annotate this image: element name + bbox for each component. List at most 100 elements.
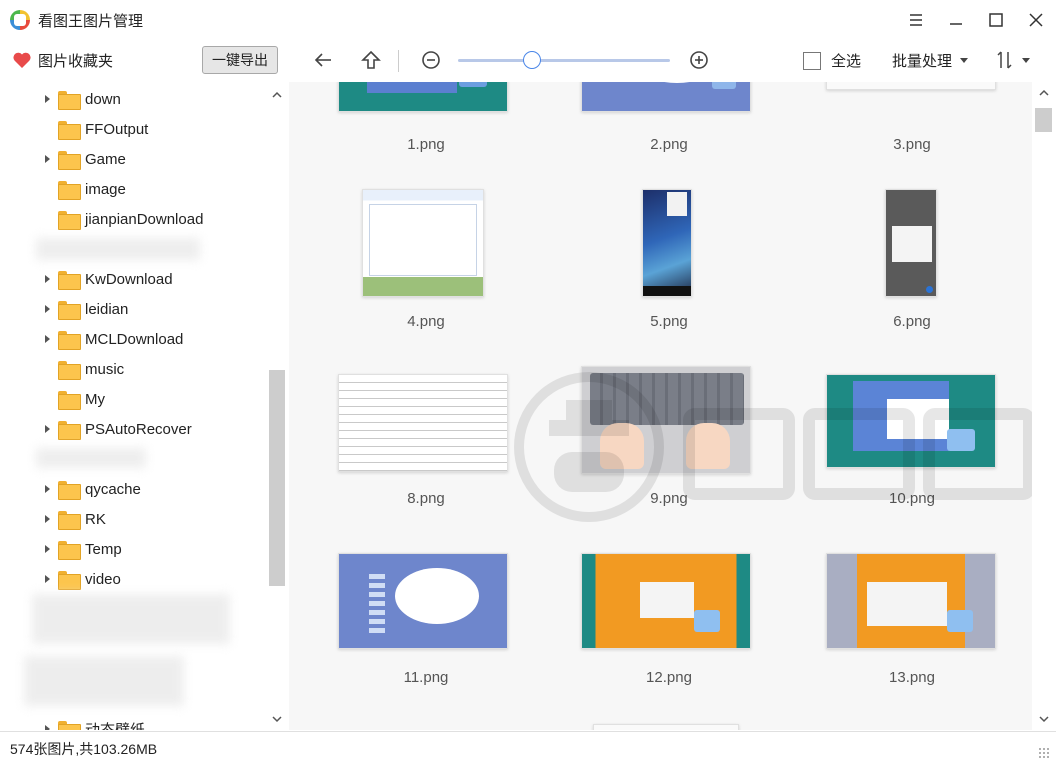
folder-item[interactable]: jianpianDownload xyxy=(0,204,266,234)
thumbnail-content xyxy=(867,582,947,626)
menu-button[interactable] xyxy=(896,0,936,40)
image-filename: 13.png xyxy=(889,669,935,686)
minimize-button[interactable] xyxy=(936,0,976,40)
folder-label: jianpianDownload xyxy=(85,210,204,228)
folder-item[interactable]: PSAutoRecover xyxy=(0,414,266,444)
batch-process-dropdown[interactable]: 批量处理 xyxy=(892,50,969,71)
expand-arrow-icon[interactable] xyxy=(45,305,50,313)
folder-label: RK xyxy=(85,510,106,528)
image-thumbnail[interactable] xyxy=(338,374,508,472)
zoom-in-icon xyxy=(690,51,708,69)
folder-item[interactable]: KwDownload xyxy=(0,264,266,294)
chevron-down-icon xyxy=(1022,57,1030,63)
folder-label: 动态壁纸 xyxy=(85,721,146,731)
image-filename: 2.png xyxy=(650,136,688,153)
image-grid-scroll-thumb[interactable] xyxy=(1035,108,1052,132)
expand-arrow-icon[interactable] xyxy=(45,425,50,433)
up-folder-button[interactable] xyxy=(359,48,383,72)
scroll-down-icon[interactable] xyxy=(272,714,282,724)
thumbnail-content xyxy=(459,82,487,87)
image-thumbnail[interactable] xyxy=(885,189,937,297)
hamburger-menu-icon xyxy=(910,14,922,26)
image-thumbnail[interactable] xyxy=(826,374,996,468)
folder-label: down xyxy=(85,90,121,108)
sort-dropdown[interactable] xyxy=(996,50,1030,70)
image-thumbnail[interactable] xyxy=(581,366,751,474)
favorites-button[interactable]: 图片收藏夹 xyxy=(12,50,113,71)
folder-label: image xyxy=(85,180,126,198)
zoom-slider[interactable] xyxy=(458,59,670,62)
back-button[interactable] xyxy=(311,48,335,72)
expand-arrow-icon[interactable] xyxy=(45,95,50,103)
scroll-up-icon[interactable] xyxy=(1039,88,1049,98)
folder-label: leidian xyxy=(85,300,129,318)
zoom-out-button[interactable] xyxy=(419,48,443,72)
image-thumbnail[interactable] xyxy=(338,82,508,112)
image-grid: 1.png 2.png 3.png 4.png 5.png 6.png 8.pn… xyxy=(289,82,1032,730)
image-thumbnail[interactable] xyxy=(593,724,739,730)
sidebar-scrollbar[interactable] xyxy=(266,82,288,730)
folder-item[interactable]: image xyxy=(0,174,266,204)
folder-item[interactable]: RK xyxy=(0,504,266,534)
folder-item[interactable]: 动态壁纸 xyxy=(0,714,266,730)
folder-icon xyxy=(58,360,81,380)
folder-item[interactable]: qycache xyxy=(0,474,266,504)
image-thumbnail[interactable] xyxy=(362,189,484,297)
image-thumbnail[interactable] xyxy=(642,189,692,297)
image-thumbnail[interactable] xyxy=(581,82,751,112)
expand-arrow-icon[interactable] xyxy=(45,275,50,283)
folder-icon xyxy=(58,480,81,500)
image-filename: 9.png xyxy=(650,490,688,507)
folder-item[interactable]: My xyxy=(0,384,266,414)
select-all-toggle[interactable]: 全选 xyxy=(803,50,861,71)
maximize-button[interactable] xyxy=(976,0,1016,40)
expand-arrow-icon[interactable] xyxy=(45,485,50,493)
folder-icon xyxy=(58,120,81,140)
folder-item[interactable]: down xyxy=(0,84,266,114)
app-window: 看图王图片管理 图片收藏夹 一键导出 全选 批量处理 down FFOutput… xyxy=(0,0,1056,765)
folder-item[interactable]: FFOutput xyxy=(0,114,266,144)
folder-item[interactable]: Game xyxy=(0,144,266,174)
folder-label: music xyxy=(85,360,125,378)
expand-arrow-icon[interactable] xyxy=(45,545,50,553)
image-thumbnail[interactable] xyxy=(581,553,751,649)
thumbnail-content xyxy=(369,574,385,634)
folder-item[interactable]: music xyxy=(0,354,266,384)
expand-arrow-icon[interactable] xyxy=(45,155,50,163)
export-button[interactable]: 一键导出 xyxy=(202,46,278,74)
folder-item[interactable]: leidian xyxy=(0,294,266,324)
resize-grip-icon[interactable] xyxy=(1038,747,1050,759)
folder-item[interactable]: Temp xyxy=(0,534,266,564)
folder-label: FFOutput xyxy=(85,120,149,138)
folder-label: MCLDownload xyxy=(85,330,184,348)
image-thumbnail[interactable] xyxy=(338,553,508,649)
status-summary: 574张图片,共103.26MB xyxy=(10,740,158,757)
folder-label: Temp xyxy=(85,540,122,558)
expand-arrow-icon[interactable] xyxy=(45,575,50,583)
image-thumbnail[interactable] xyxy=(826,553,996,649)
image-grid-scrollbar[interactable] xyxy=(1032,82,1056,730)
image-filename: 4.png xyxy=(407,313,445,330)
image-filename: 11.png xyxy=(403,669,449,686)
close-button[interactable] xyxy=(1016,0,1056,40)
folder-label: PSAutoRecover xyxy=(85,420,192,438)
zoom-in-button[interactable] xyxy=(687,48,711,72)
expand-arrow-icon[interactable] xyxy=(45,515,50,523)
folder-icon xyxy=(58,300,81,320)
select-all-label: 全选 xyxy=(831,53,862,70)
folder-item[interactable]: video xyxy=(0,564,266,594)
image-thumbnail[interactable] xyxy=(826,82,996,90)
select-all-checkbox[interactable] xyxy=(803,51,821,70)
sidebar-scroll-thumb[interactable] xyxy=(269,370,285,586)
scroll-up-icon[interactable] xyxy=(272,90,282,100)
image-filename: 5.png xyxy=(650,313,688,330)
expand-arrow-icon[interactable] xyxy=(45,335,50,343)
thumbnail-content xyxy=(892,226,932,262)
expand-arrow-icon[interactable] xyxy=(45,725,50,730)
image-filename: 3.png xyxy=(893,136,931,153)
thumbnail-content xyxy=(643,286,691,296)
scroll-down-icon[interactable] xyxy=(1039,714,1049,724)
thumbnail-content xyxy=(642,82,712,83)
folder-icon xyxy=(58,210,81,230)
folder-item[interactable]: MCLDownload xyxy=(0,324,266,354)
